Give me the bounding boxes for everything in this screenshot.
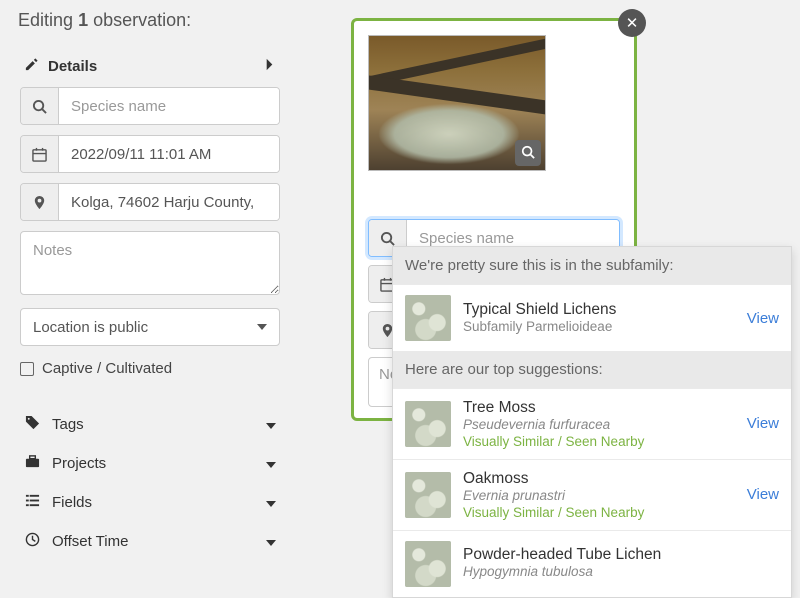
- suggestion-item[interactable]: Typical Shield Lichens Subfamily Parmeli…: [393, 284, 791, 351]
- caret-right-icon: [262, 57, 276, 75]
- tags-accordion[interactable]: Tags: [18, 405, 282, 444]
- suggestion-sub: Pseudevernia furfuracea: [463, 417, 735, 434]
- suggestion-name: Oakmoss: [463, 470, 735, 488]
- suggestions-top-label: Here are our top suggestions:: [393, 351, 791, 388]
- pencil-icon: [24, 57, 38, 75]
- suggestion-hint: Visually Similar / Seen Nearby: [463, 434, 735, 449]
- date-input[interactable]: [59, 136, 279, 172]
- projects-accordion[interactable]: Projects: [18, 444, 282, 483]
- editing-count: 1: [78, 10, 88, 30]
- caret-down-icon: [266, 457, 276, 471]
- close-button[interactable]: ✕: [618, 9, 646, 37]
- tags-label: Tags: [52, 416, 84, 433]
- zoom-button[interactable]: [515, 140, 541, 166]
- suggestion-thumb: [405, 541, 451, 587]
- location-input-group[interactable]: [20, 183, 280, 221]
- editing-prefix: Editing: [18, 10, 73, 30]
- suggestion-text: Typical Shield Lichens Subfamily Parmeli…: [463, 301, 735, 336]
- observation-photo[interactable]: [368, 35, 546, 171]
- suggestion-sub: Evernia prunastri: [463, 488, 735, 505]
- details-section-body: Location is public Captive / Cultivated: [18, 83, 282, 405]
- suggestion-item[interactable]: Powder-headed Tube Lichen Hypogymnia tub…: [393, 530, 791, 597]
- briefcase-icon: [24, 454, 40, 473]
- offset-label: Offset Time: [52, 533, 128, 550]
- suggestion-thumb: [405, 472, 451, 518]
- list-icon: [24, 493, 40, 512]
- offset-time-accordion[interactable]: Offset Time: [18, 522, 282, 561]
- suggestion-view-link[interactable]: View: [747, 486, 779, 503]
- suggestion-item[interactable]: Oakmoss Evernia prunastri Visually Simil…: [393, 459, 791, 530]
- suggestion-name: Typical Shield Lichens: [463, 301, 735, 319]
- suggestion-name: Powder-headed Tube Lichen: [463, 546, 779, 564]
- search-icon: [21, 88, 59, 124]
- suggestion-view-link[interactable]: View: [747, 310, 779, 327]
- details-section-header[interactable]: Details: [18, 49, 282, 83]
- geoprivacy-select[interactable]: Location is public: [20, 308, 280, 346]
- suggestion-thumb: [405, 295, 451, 341]
- species-input[interactable]: [59, 88, 279, 124]
- details-title: Details: [48, 58, 97, 75]
- suggestion-name: Tree Moss: [463, 399, 735, 417]
- editing-suffix: observation:: [93, 10, 191, 30]
- captive-checkbox[interactable]: Captive / Cultivated: [20, 358, 280, 391]
- fields-accordion[interactable]: Fields: [18, 483, 282, 522]
- fields-label: Fields: [52, 494, 92, 511]
- caret-down-icon: [266, 496, 276, 510]
- geoprivacy-label: Location is public: [33, 319, 257, 336]
- close-icon: ✕: [626, 14, 639, 32]
- location-input[interactable]: [59, 184, 279, 220]
- suggestion-view-link[interactable]: View: [747, 415, 779, 432]
- suggestion-hint: Visually Similar / Seen Nearby: [463, 505, 735, 520]
- captive-label: Captive / Cultivated: [42, 360, 172, 377]
- editing-header: Editing 1 observation:: [18, 10, 282, 31]
- species-input-group[interactable]: [20, 87, 280, 125]
- suggestion-sub: Subfamily Parmelioideae: [463, 319, 735, 336]
- projects-label: Projects: [52, 455, 106, 472]
- chevron-down-icon: [257, 321, 267, 333]
- suggestion-thumb: [405, 401, 451, 447]
- checkbox-box: [20, 362, 34, 376]
- species-suggestions-dropdown: We're pretty sure this is in the subfami…: [392, 246, 792, 598]
- caret-down-icon: [266, 535, 276, 549]
- suggestion-sub: Hypogymnia tubulosa: [463, 564, 779, 581]
- suggestions-confident-label: We're pretty sure this is in the subfami…: [393, 247, 791, 284]
- clock-icon: [24, 532, 40, 551]
- suggestion-text: Tree Moss Pseudevernia furfuracea Visual…: [463, 399, 735, 449]
- caret-down-icon: [266, 418, 276, 432]
- suggestion-item[interactable]: Tree Moss Pseudevernia furfuracea Visual…: [393, 388, 791, 459]
- suggestion-text: Oakmoss Evernia prunastri Visually Simil…: [463, 470, 735, 520]
- calendar-icon: [21, 136, 59, 172]
- tag-icon: [24, 415, 40, 434]
- date-input-group[interactable]: [20, 135, 280, 173]
- map-marker-icon: [21, 184, 59, 220]
- magnify-icon: [521, 145, 535, 162]
- edit-sidebar: Editing 1 observation: Details: [0, 0, 300, 552]
- notes-textarea[interactable]: [20, 231, 280, 295]
